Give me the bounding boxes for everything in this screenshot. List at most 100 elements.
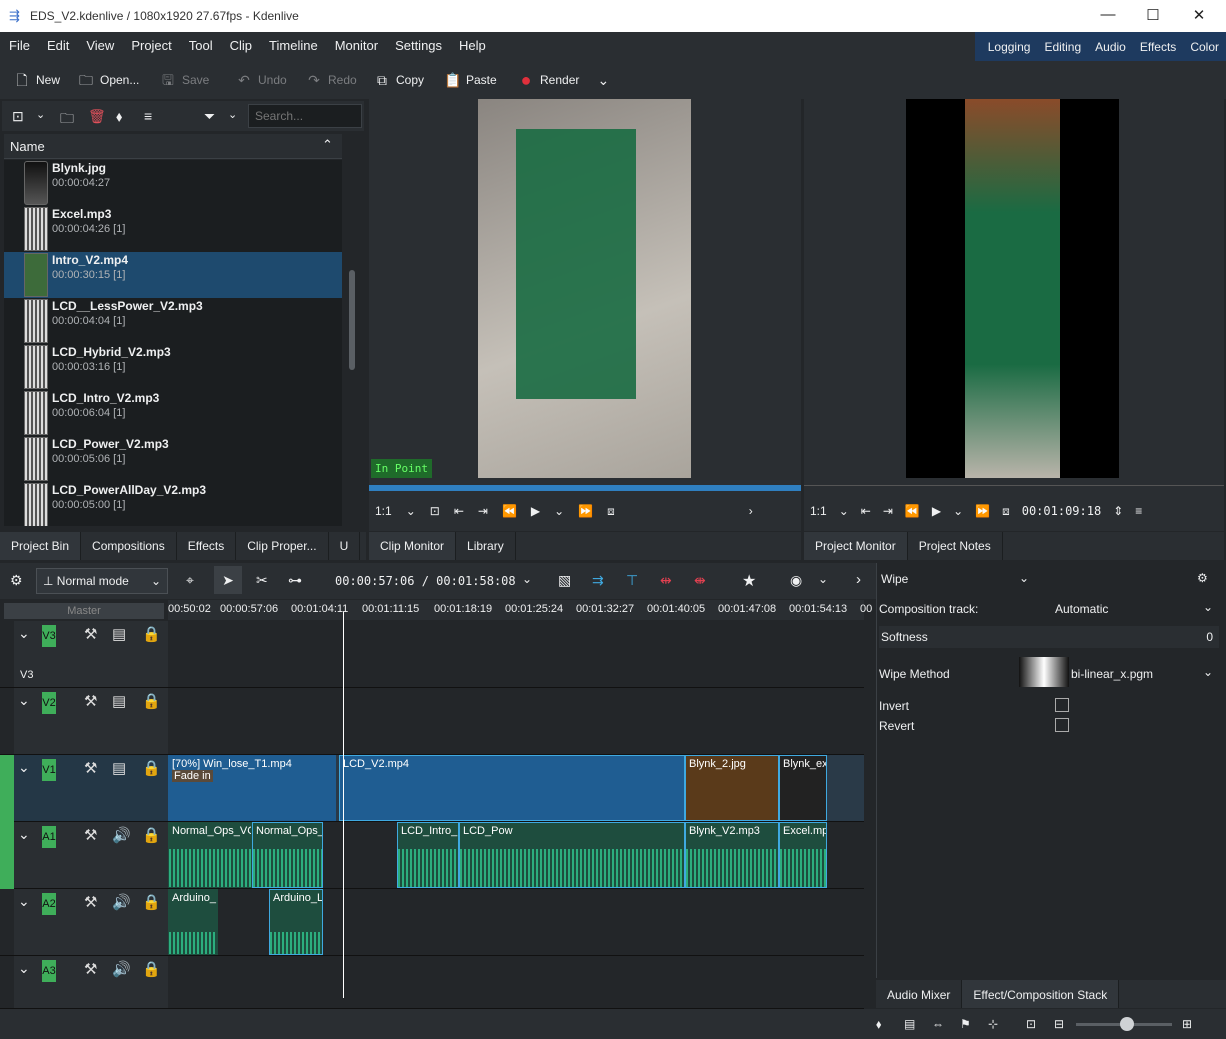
audio-clip[interactable]: Excel.mp [779,822,827,888]
track-area[interactable]: [70%] Win_lose_T1.mp4 Fade in LCD_V2.mp4 … [168,755,864,821]
timeline-clip[interactable]: Blynk_2.jpg [685,755,779,821]
copy-button[interactable]: ⧉ Copy [374,61,424,99]
delete-icon[interactable]: 🗑 [88,108,106,125]
menu-view[interactable]: View [77,32,122,53]
bin-item-selected[interactable]: Intro_V2.mp4 00:00:30:15 [1] [4,252,342,298]
play-icon[interactable]: ▶ [531,504,540,518]
chevron-right-icon[interactable]: › [856,571,861,588]
new-button[interactable]: 🗋 New [14,61,60,99]
chevron-down-icon[interactable]: ⌄ [522,572,532,586]
effect-wand-icon[interactable]: ⚒ [84,692,97,710]
menu-monitor[interactable]: Monitor [326,32,386,53]
chevron-down-icon[interactable]: ⌄ [953,504,963,518]
tag-icon[interactable]: ⬧ [116,108,122,125]
composition-track-select[interactable]: Automatic [1055,602,1108,616]
audio-clip[interactable]: Arduino_L [269,889,323,955]
chevron-down-icon[interactable]: ⌄ [18,960,30,977]
chevron-down-icon[interactable]: ⌄ [18,826,30,843]
track-area[interactable] [168,956,864,1008]
menu-icon[interactable]: ≡ [144,108,152,124]
bin-column-header[interactable]: Name ⌃ [4,134,342,159]
track-tag[interactable]: A3 [42,960,56,982]
timeline-clip[interactable]: LCD_V2.mp4 [339,755,685,821]
tab-library[interactable]: Library [456,532,516,560]
track-header[interactable]: ⌄ V1 ⚒ ▤ 🔒 [14,755,168,821]
effect-wand-icon[interactable]: ⚒ [84,625,97,643]
play-icon[interactable]: ▶ [932,504,941,518]
master-track[interactable]: Master [4,603,164,619]
effect-wand-icon[interactable]: ⚒ [84,826,97,844]
clip-monitor[interactable]: In Point 1:1 ⌄ ⊡ ⇤ ⇥ ⏪ ▶ ⌄ ⏩ ⧈ › [369,99,801,531]
paste-button[interactable]: 📋 Paste [444,61,497,99]
settings-icon[interactable]: ⚙ [10,572,23,589]
tag-icon[interactable]: ⬧ [876,1017,881,1032]
split-icon[interactable]: ⊹ [988,1017,998,1031]
rewind-icon[interactable]: ⏪ [502,504,517,518]
lock-icon[interactable]: 🔒 [142,826,161,844]
audio-clip[interactable]: Arduino_ [168,889,218,955]
menu-file[interactable]: File [0,32,38,53]
add-folder-icon[interactable]: 🗀 [60,108,74,132]
chevron-down-icon[interactable]: ⌄ [839,504,849,518]
close-button[interactable]: ✕ [1184,6,1214,24]
chevron-down-icon[interactable]: ⌄ [228,108,237,121]
chevron-down-icon[interactable]: ⌄ [406,504,416,518]
marker-flag-icon[interactable]: ⚑ [960,1017,971,1031]
menu-settings[interactable]: Settings [386,32,450,53]
filter-icon[interactable]: ⏷ [204,108,215,125]
bin-item[interactable]: LCD__LessPower_V2.mp3 00:00:04:04 [1] [4,298,342,344]
bin-item[interactable]: LCD_Power_V2.mp3 00:00:05:06 [1] [4,436,342,482]
sort-asc-icon[interactable]: ⌃ [322,137,333,153]
clip-monitor-progress[interactable] [369,485,801,491]
chevron-down-icon[interactable]: ⌄ [554,504,564,518]
bin-search-input[interactable] [248,104,362,128]
menu-icon[interactable]: ≡ [1135,504,1142,518]
chevron-down-icon[interactable]: ⌄ [1203,600,1213,614]
speaker-icon[interactable]: 🔊 [112,826,131,844]
chevron-right-icon[interactable]: › [749,504,753,518]
revert-checkbox[interactable] [1055,718,1069,732]
chevron-down-icon[interactable]: ⌄ [18,692,30,709]
lock-icon[interactable]: 🔒 [142,692,161,710]
zoom-level[interactable]: 1:1 [810,504,827,518]
menu-help[interactable]: Help [450,32,494,53]
film-icon[interactable]: ▤ [904,1017,915,1031]
track-area[interactable]: Normal_Ops_VC Normal_Ops_ LCD_Intro_ LCD… [168,822,864,888]
tab-clip-properties[interactable]: Clip Proper... [236,532,329,560]
composition-name[interactable]: Wipe [881,572,908,586]
track-area[interactable] [168,688,864,754]
bin-item[interactable]: Excel.mp3 00:00:04:26 [1] [4,206,342,252]
chevron-down-icon[interactable]: ⌄ [36,108,45,121]
tab-more[interactable]: U [329,532,361,560]
timeline-position[interactable]: 00:00:57:06 / 00:01:58:08 [335,574,516,588]
wipe-method-select[interactable]: bi-linear_x.pgm [1071,667,1153,681]
render-button[interactable]: ● Render ⌄ [518,61,611,99]
lock-icon[interactable]: 🔒 [142,960,161,978]
chevron-down-icon[interactable]: ⌄ [818,572,828,586]
film-icon[interactable]: ▤ [112,759,126,777]
layout-effects[interactable]: Effects [1133,32,1183,54]
set-out-icon[interactable]: ⇥ [478,504,488,518]
zoom-fit-icon[interactable]: ⊡ [1026,1017,1036,1031]
menu-tool[interactable]: Tool [180,32,221,53]
minimize-button[interactable]: — [1093,6,1123,23]
open-button[interactable]: 🗀 Open... [78,61,139,99]
bin-item[interactable]: LCD_PowerAllDay_V2.mp3 00:00:05:00 [1] [4,482,342,526]
film-icon[interactable]: ▤ [112,625,126,643]
chevron-down-icon[interactable]: ⌄ [1019,571,1029,585]
lock-icon[interactable]: 🔒 [142,625,161,643]
insert-icon[interactable]: ⇉ [592,572,604,589]
forward-icon[interactable]: ⏩ [975,504,990,518]
tab-effect-stack[interactable]: Effect/Composition Stack [962,980,1120,1008]
tab-clip-monitor[interactable]: Clip Monitor [369,532,457,560]
timeline-playhead[interactable] [343,612,344,998]
audio-clip[interactable]: LCD_Intro_ [397,822,459,888]
bin-item[interactable]: LCD_Hybrid_V2.mp3 00:00:03:16 [1] [4,344,342,390]
extract-icon[interactable]: ⇼ [694,572,706,589]
project-monitor-ruler[interactable] [804,485,1224,491]
bin-item[interactable]: Blynk.jpg 00:00:04:27 [4,160,342,206]
multicam-icon[interactable]: ⌖ [186,572,194,589]
softness-slider[interactable]: Softness 0 [879,626,1219,648]
film-icon[interactable]: ▤ [112,692,126,710]
crop-icon[interactable]: ⧈ [1002,504,1010,519]
